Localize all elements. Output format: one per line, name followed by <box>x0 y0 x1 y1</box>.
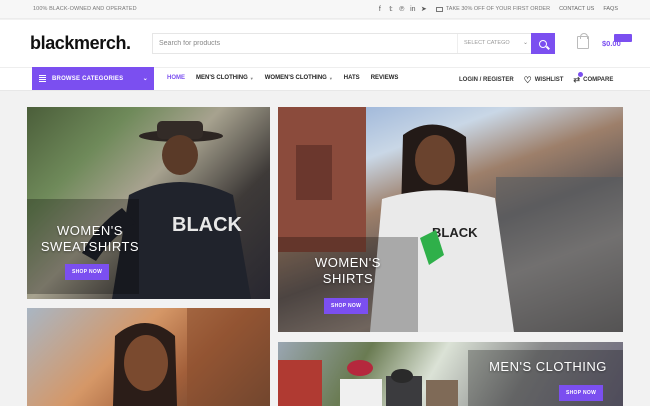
top-bar: 100% BLACK-OWNED AND OPERATED f 𝕥 ℗ in ➤… <box>0 0 650 19</box>
browse-label: BROWSE CATEGORIES <box>52 75 124 82</box>
heart-icon: ♡ <box>523 74 532 85</box>
search-input[interactable] <box>159 37 449 50</box>
nav-label: HOME <box>167 75 185 81</box>
search-icon <box>539 39 547 48</box>
nav-label: HATS <box>343 75 360 81</box>
nav-item-home[interactable]: HOME <box>167 75 185 81</box>
compare-label: COMPARE <box>583 76 614 83</box>
nav-label: REVIEWS <box>370 75 399 81</box>
main-nav: BROWSE CATEGORIES ⌄ HOME MEN'S CLOTHING ▼… <box>0 67 650 91</box>
promo-text: TAKE 30% OFF OF YOUR FIRST ORDER <box>445 6 551 12</box>
category-tile-womens-clothing[interactable] <box>27 308 270 406</box>
search-bar: SELECT CATEGO ⌄ <box>152 33 555 54</box>
nav-item-mens-clothing[interactable]: MEN'S CLOTHING ▼ <box>196 75 254 81</box>
nav-item-womens-clothing[interactable]: WOMEN'S CLOTHING ▼ <box>265 75 333 81</box>
account-links: LOGIN / REGISTER ♡ WISHLIST ⇄ COMPARE <box>459 72 614 85</box>
wishlist-label: WISHLIST <box>534 76 564 83</box>
category-tile-mens-clothing[interactable]: MEN'S CLOTHING SHOP NOW <box>278 342 623 406</box>
pinterest-icon[interactable]: ℗ <box>399 6 405 13</box>
search-button[interactable] <box>531 33 555 54</box>
cart-badge <box>614 34 632 42</box>
category-select-label: SELECT CATEGO <box>464 40 510 46</box>
nav-label: WOMEN'S CLOTHING <box>264 75 327 81</box>
category-tile-womens-shirts[interactable]: BLACK WOMEN'S SHIRTS SHOP NOW <box>278 107 623 332</box>
tile-title: WOMEN'S SHIRTS <box>315 255 381 286</box>
primary-menu: HOME MEN'S CLOTHING ▼ WOMEN'S CLOTHING ▼ H… <box>167 75 398 81</box>
nav-label: MEN'S CLOTHING <box>196 75 248 81</box>
browse-categories-button[interactable]: BROWSE CATEGORIES ⌄ <box>32 67 154 90</box>
cart-icon[interactable] <box>577 33 589 49</box>
svg-text:BLACK: BLACK <box>172 214 243 236</box>
login-label: LOGIN / REGISTER <box>459 76 514 83</box>
shop-now-button[interactable]: SHOP NOW <box>559 385 604 401</box>
faqs-link[interactable]: FAQS <box>603 6 618 12</box>
twitter-icon[interactable]: 𝕥 <box>388 5 394 13</box>
compare-icon: ⇄ <box>573 72 584 84</box>
tile-title: MEN'S CLOTHING <box>489 359 607 374</box>
nav-item-hats[interactable]: HATS <box>344 75 360 81</box>
menu-icon <box>39 75 46 82</box>
promo-banner: TAKE 30% OFF OF YOUR FIRST ORDER <box>435 6 551 12</box>
tile-photo <box>113 308 270 406</box>
mail-icon <box>435 6 443 12</box>
login-register-link[interactable]: LOGIN / REGISTER <box>459 77 514 83</box>
chevron-down-icon: ▼ <box>328 75 333 81</box>
chevron-down-icon: ⌄ <box>142 76 148 82</box>
contact-link[interactable]: CONTACT US <box>559 6 594 12</box>
category-select[interactable]: SELECT CATEGO ⌄ <box>457 34 533 53</box>
category-tile-womens-sweatshirts[interactable]: BLACK WOMEN'S SWEATSHIRTS SHOP NOW <box>27 107 270 299</box>
nav-item-reviews[interactable]: REVIEWS <box>371 75 399 81</box>
linkedin-icon[interactable]: in <box>410 6 416 13</box>
chevron-down-icon: ⌄ <box>522 40 528 46</box>
svg-text:BLACK: BLACK <box>432 225 478 240</box>
shop-now-button[interactable]: SHOP NOW <box>324 298 369 314</box>
shop-now-button[interactable]: SHOP NOW <box>65 264 110 280</box>
compare-link[interactable]: ⇄ COMPARE <box>573 72 614 84</box>
tagline: 100% BLACK-OWNED AND OPERATED <box>33 6 137 12</box>
social-links: f 𝕥 ℗ in ➤ <box>377 5 427 14</box>
logo[interactable]: blackmerch. <box>30 33 131 54</box>
telegram-icon[interactable]: ➤ <box>421 5 427 13</box>
chevron-down-icon: ▼ <box>249 75 254 81</box>
facebook-icon[interactable]: f <box>377 6 383 13</box>
wishlist-link[interactable]: ♡ WISHLIST <box>523 74 564 85</box>
tile-title: WOMEN'S SWEATSHIRTS <box>40 223 140 254</box>
site-header: blackmerch. SELECT CATEGO ⌄ $0.00 <box>0 20 650 67</box>
top-bar-right: f 𝕥 ℗ in ➤ TAKE 30% OFF OF YOUR FIRST OR… <box>377 5 618 14</box>
